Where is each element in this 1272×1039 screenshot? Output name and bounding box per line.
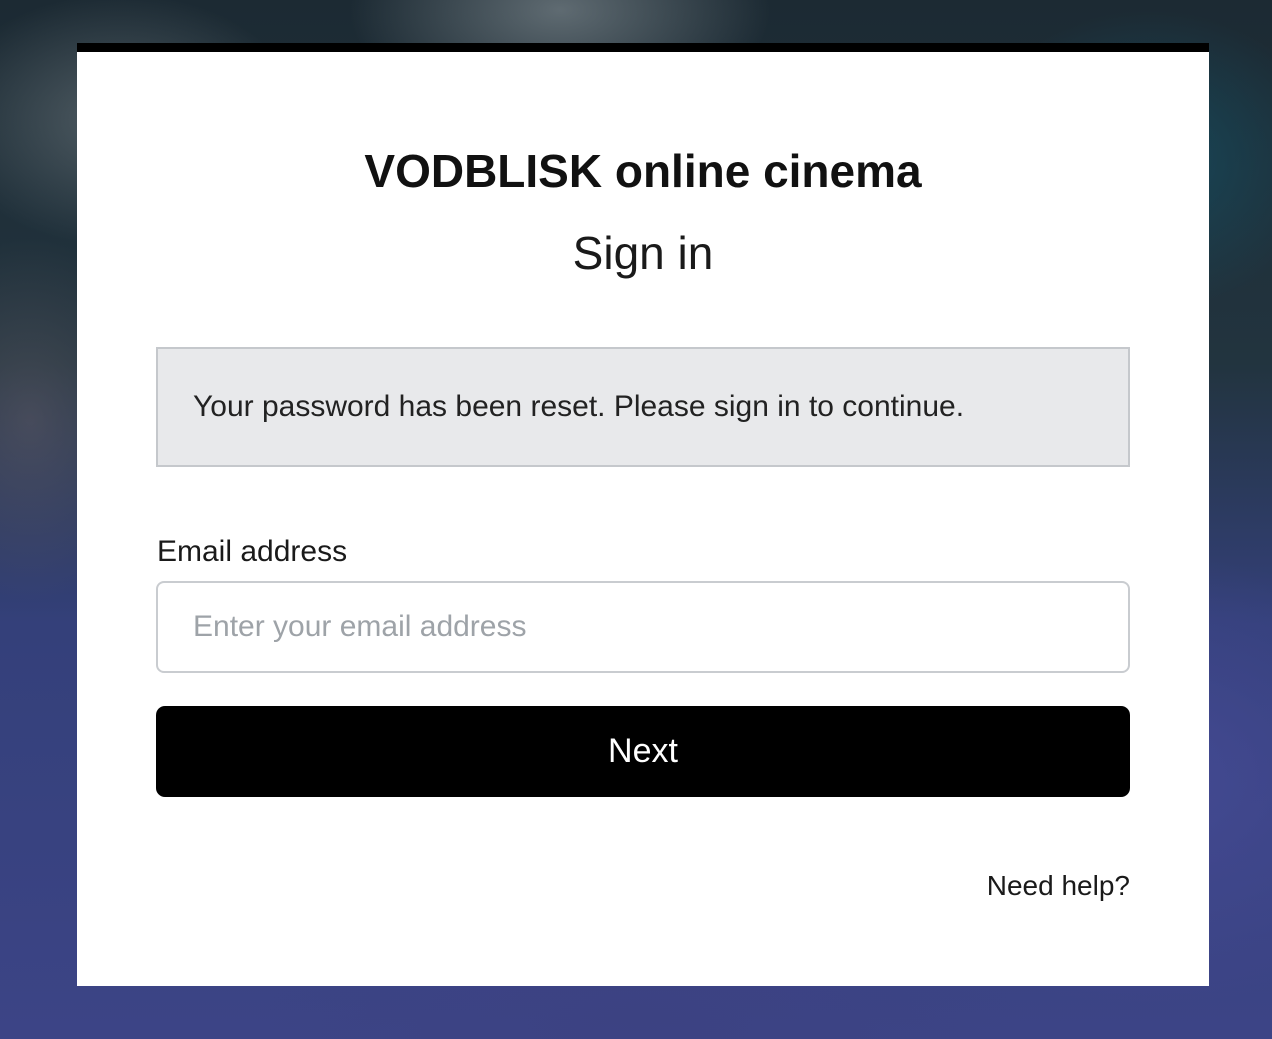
sign-in-card: VODBLISK online cinema Sign in Your pass… [77,43,1209,986]
email-label: Email address [157,535,348,568]
brand-title: VODBLISK online cinema [364,145,922,197]
password-reset-notice: Your password has been reset. Please sig… [156,347,1130,467]
notice-message: Your password has been reset. Please sig… [193,390,965,423]
page-title: Sign in [572,227,714,279]
email-field[interactable] [156,581,1130,673]
next-button[interactable]: Next [156,706,1130,797]
need-help-link[interactable]: Need help? [987,869,1130,903]
